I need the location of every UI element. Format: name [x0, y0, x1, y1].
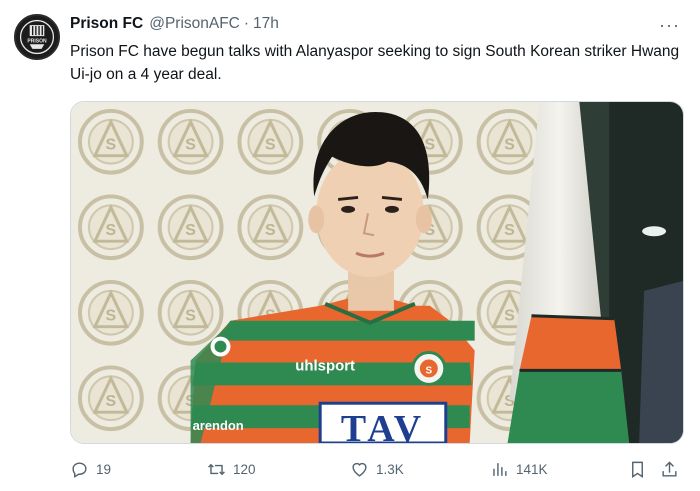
- retweet-icon: [208, 463, 225, 476]
- retweet-count: 120: [233, 462, 256, 477]
- avatar[interactable]: PRISON: [14, 14, 60, 60]
- display-name[interactable]: Prison FC: [70, 15, 143, 33]
- jersey-brand-text: uhlsport: [295, 357, 355, 374]
- views-count: 141K: [516, 462, 548, 477]
- heart-icon: [352, 462, 367, 477]
- separator: ·: [243, 15, 250, 32]
- action-bar: 19 120 1.3K 141K: [70, 456, 684, 486]
- tweet-header: Prison FC @PrisonAFC · 17h ···: [70, 13, 680, 35]
- crest-letter: S: [426, 365, 433, 376]
- retweet-button[interactable]: 120: [207, 460, 256, 479]
- jersey-sleeve-text: arendon: [193, 418, 244, 433]
- reply-count: 19: [96, 462, 112, 477]
- jersey-sponsor-text: TAV: [341, 408, 425, 443]
- like-button[interactable]: 1.3K: [350, 460, 404, 479]
- like-count: 1.3K: [376, 462, 404, 477]
- tweet-image[interactable]: S u: [70, 101, 684, 444]
- views-icon: [493, 463, 507, 476]
- user-handle[interactable]: @PrisonAFC: [149, 15, 240, 33]
- bookmark-icon: [632, 461, 643, 478]
- timestamp[interactable]: 17h: [253, 15, 279, 33]
- share-icon: [662, 461, 677, 477]
- views-button[interactable]: 141K: [490, 460, 548, 479]
- more-options-icon[interactable]: ···: [659, 15, 680, 36]
- reply-button[interactable]: 19: [70, 460, 111, 479]
- tweet-text: Prison FC have begun talks with Alanyasp…: [70, 43, 680, 83]
- avatar-text: PRISON: [27, 38, 47, 44]
- share-button[interactable]: [660, 460, 679, 479]
- bookmark-button[interactable]: [628, 460, 647, 479]
- reply-icon: [72, 462, 87, 478]
